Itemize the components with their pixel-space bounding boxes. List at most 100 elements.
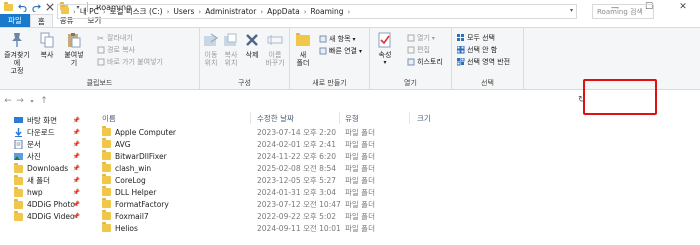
copy-to-button[interactable]: 복사 위치 xyxy=(222,31,240,67)
rename-label: 이름 바꾸기 xyxy=(265,51,285,67)
tab-home[interactable]: 홈 xyxy=(29,14,53,27)
file-name: Apple Computer xyxy=(115,127,177,137)
file-name-cell: BitwarDllFixer xyxy=(102,150,167,162)
file-type: 파일 폴더 xyxy=(345,199,375,209)
close-button[interactable]: ✕ xyxy=(666,0,700,14)
up-arrow-icon[interactable]: ↑ xyxy=(38,95,50,107)
desktop-icon xyxy=(14,116,23,125)
select-none-button[interactable]: 선택 안 함 xyxy=(456,45,497,55)
column-header-name[interactable]: 이름 xyxy=(102,112,116,124)
table-row[interactable]: FormatFactory 2023-07-12 오전 10:47 파일 폴더 xyxy=(90,198,510,210)
nav-item-downloads[interactable]: 다운로드 📌 xyxy=(14,126,84,138)
edit-button[interactable]: 편집 xyxy=(406,45,430,55)
file-name: clash_win xyxy=(115,163,152,173)
nav-item-new-folder[interactable]: 새 폴더 📌 xyxy=(14,174,84,186)
search-input[interactable]: Roaming 검색 xyxy=(592,4,654,19)
pin-button[interactable]: 즐겨찾기에 고정 xyxy=(2,31,32,75)
column-divider[interactable] xyxy=(409,112,410,124)
folder-icon xyxy=(102,222,111,232)
file-name-cell: FormatFactory xyxy=(102,198,169,210)
recent-dropdown-icon[interactable]: ▾ xyxy=(26,95,38,107)
nav-item-hwp[interactable]: hwp 📌 xyxy=(14,186,84,198)
pin-icon: 📌 xyxy=(72,176,80,184)
download-icon xyxy=(14,127,23,137)
folder-icon xyxy=(102,162,111,172)
select-all-button[interactable]: 모두 선택 xyxy=(456,33,495,43)
file-name-cell: Helios xyxy=(102,222,138,234)
address-dropdown-icon[interactable]: ▾ xyxy=(570,7,573,14)
pin-icon: 📌 xyxy=(72,200,80,208)
column-divider[interactable] xyxy=(339,112,340,124)
back-arrow-icon[interactable]: ← xyxy=(2,95,14,107)
table-row[interactable]: CoreLog 2023-12-05 오후 5:27 파일 폴더 xyxy=(90,174,510,186)
rename-button[interactable]: 이름 바꾸기 xyxy=(263,31,287,67)
new-folder-button[interactable]: 새 폴더 xyxy=(294,31,312,67)
address-bar[interactable]: › 내 PC › 로컬 디스크 (C:) › Users › Administr… xyxy=(57,4,577,19)
file-type: 파일 폴더 xyxy=(345,127,375,137)
file-date: 2023-12-05 오후 5:27 xyxy=(257,175,336,185)
breadcrumb-roaming[interactable]: Roaming xyxy=(309,7,346,16)
paste-shortcut-icon xyxy=(96,58,105,67)
copy-button[interactable]: 복사 xyxy=(38,31,56,59)
delete-button[interactable]: 삭제 xyxy=(243,31,261,59)
chevron-right-icon: › xyxy=(260,7,264,16)
nav-item-4ddig-photo[interactable]: 4DDiG Photo 📌 xyxy=(14,198,84,210)
breadcrumb-administrator[interactable]: Administrator xyxy=(203,7,258,16)
breadcrumb-this-pc[interactable]: 내 PC xyxy=(78,6,101,17)
nav-item-downloads-folder[interactable]: Downloads 📌 xyxy=(14,162,84,174)
delete-icon[interactable] xyxy=(45,2,55,12)
copy-path-button[interactable]: 경로 복사 xyxy=(96,45,135,55)
table-row[interactable]: clash_win 2025-02-08 오전 8:54 파일 폴더 xyxy=(90,162,510,174)
open-button[interactable]: 열기 ▾ xyxy=(406,33,435,43)
new-item-button[interactable]: 새 항목 ▾ xyxy=(318,34,356,44)
breadcrumb-users[interactable]: Users xyxy=(171,7,196,16)
table-row[interactable]: Apple Computer 2023-07-14 오후 2:20 파일 폴더 xyxy=(90,126,510,138)
invert-selection-button[interactable]: 선택 영역 반전 xyxy=(456,57,510,67)
forward-arrow-icon[interactable]: → xyxy=(14,95,26,107)
file-name: Helios xyxy=(115,223,138,233)
folder-icon xyxy=(102,150,111,160)
table-row[interactable]: Helios 2024-09-11 오전 10:01 파일 폴더 xyxy=(90,222,510,234)
move-to-icon xyxy=(202,31,220,49)
nav-item-documents[interactable]: 문서 📌 xyxy=(14,138,84,150)
breadcrumb-local-disk[interactable]: 로컬 디스크 (C:) xyxy=(108,6,165,17)
column-header-date[interactable]: 수정한 날짜 xyxy=(257,112,294,124)
nav-item-4ddig-video[interactable]: 4DDiG Video 📌 xyxy=(14,210,84,222)
nav-item-desktop[interactable]: 바탕 화면 📌 xyxy=(14,114,84,126)
paste-shortcut-button[interactable]: 바로 가기 붙여넣기 xyxy=(96,57,163,67)
select-all-label: 모두 선택 xyxy=(467,34,495,42)
file-type: 파일 폴더 xyxy=(345,223,375,233)
redo-icon[interactable] xyxy=(31,2,41,12)
undo-icon[interactable] xyxy=(17,2,27,12)
column-header-size[interactable]: 크기 xyxy=(417,112,431,124)
folder-icon xyxy=(102,138,111,148)
table-row[interactable]: DLL Helper 2024-01-31 오후 3:04 파일 폴더 xyxy=(90,186,510,198)
table-row[interactable]: Foxmail7 2022-09-22 오후 5:02 파일 폴더 xyxy=(90,210,510,222)
group-label-open: 열기 xyxy=(404,79,417,87)
file-type: 파일 폴더 xyxy=(345,175,375,185)
delete-x-icon xyxy=(243,31,261,49)
move-to-button[interactable]: 이동 위치 xyxy=(202,31,220,67)
cut-button[interactable]: ✂ 잘라내기 xyxy=(96,33,133,43)
file-date: 2022-09-22 오후 5:02 xyxy=(257,211,336,221)
history-button[interactable]: 히스토리 xyxy=(406,57,443,67)
table-row[interactable]: AVG 2024-02-01 오후 2:41 파일 폴더 xyxy=(90,138,510,150)
breadcrumb-appdata[interactable]: AppData xyxy=(265,7,302,16)
file-name: AVG xyxy=(115,139,131,149)
tab-file[interactable]: 파일 xyxy=(0,14,30,27)
easy-access-button[interactable]: 빠른 연결 ▾ xyxy=(318,46,362,56)
pin-icon: 📌 xyxy=(72,152,80,160)
chevron-right-icon: › xyxy=(73,7,76,16)
nav-item-label: 다운로드 xyxy=(27,127,55,137)
new-item-label: 새 항목 xyxy=(329,35,351,43)
nav-item-pictures[interactable]: 사진 📌 xyxy=(14,150,84,162)
properties-button[interactable]: 속성 ▾ xyxy=(374,31,396,67)
folder-icon xyxy=(102,126,111,136)
open-label: 열기 xyxy=(417,34,430,42)
paste-button[interactable]: 붙여넣기 xyxy=(62,31,86,67)
file-name-cell: CoreLog xyxy=(102,174,146,186)
dropdown-icon: ▾ xyxy=(352,35,356,43)
column-header-type[interactable]: 유형 xyxy=(345,112,359,124)
column-divider[interactable] xyxy=(250,112,251,124)
table-row[interactable]: BitwarDllFixer 2024-11-22 오후 6:20 파일 폴더 xyxy=(90,150,510,162)
